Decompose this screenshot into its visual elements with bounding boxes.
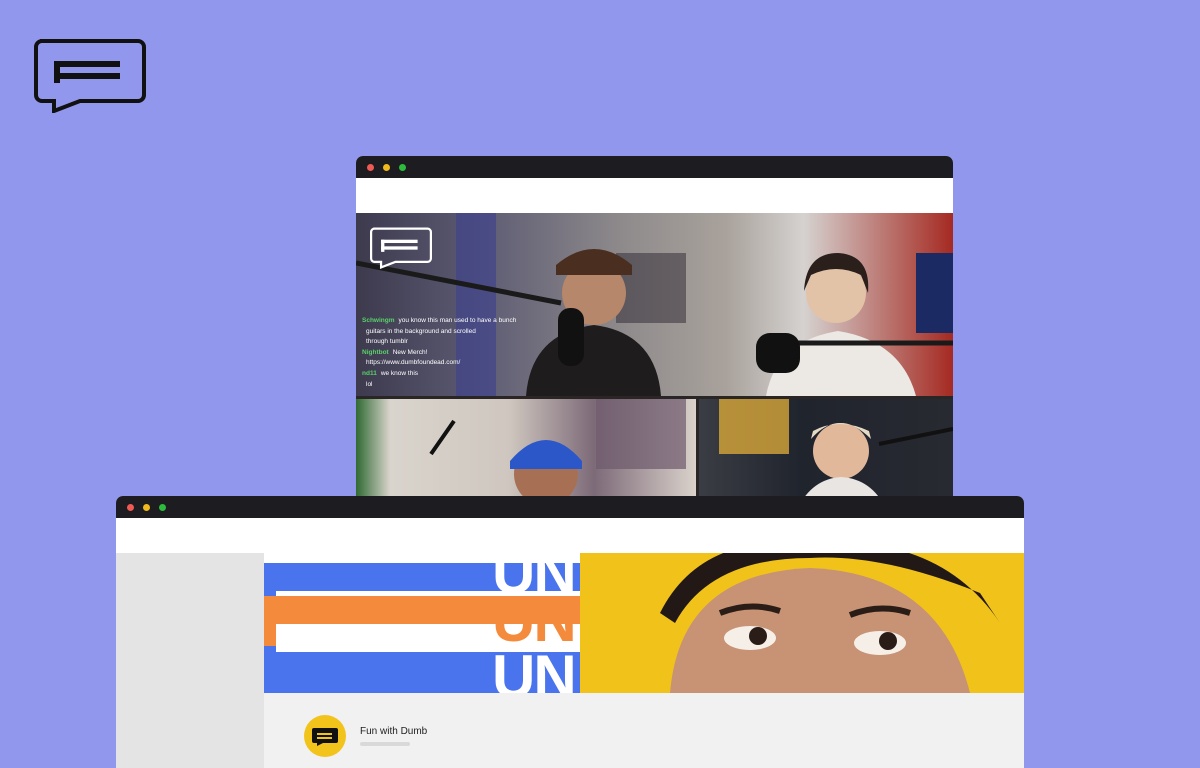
channel-subtitle-placeholder bbox=[360, 742, 410, 746]
speech-bubble-logo-icon bbox=[34, 39, 146, 113]
channel-avatar[interactable] bbox=[304, 715, 346, 757]
banner-portrait bbox=[580, 553, 1024, 693]
chat-message: lol bbox=[366, 380, 373, 388]
chat-message: Schwingm you know this man used to have a… bbox=[362, 317, 517, 324]
banner-word: UN bbox=[492, 587, 577, 654]
camera-feed-main: Schwingm you know this man used to have a… bbox=[356, 213, 953, 396]
window-titlebar bbox=[356, 156, 953, 178]
overlay-logo-icon bbox=[370, 227, 432, 269]
minimize-window-button[interactable] bbox=[383, 164, 390, 171]
sidebar bbox=[116, 553, 264, 768]
channel-page: UN UN UN Fun with Dumb bbox=[264, 553, 1024, 768]
channel-browser-window: UN UN UN Fun with Dumb bbox=[116, 496, 1024, 768]
banner-word: UN bbox=[492, 643, 577, 694]
chat-message: Nightbot New Merch! bbox=[362, 348, 428, 356]
video-stream[interactable]: Schwingm you know this man used to have a… bbox=[356, 213, 953, 516]
minimize-window-button[interactable] bbox=[143, 504, 150, 511]
maximize-window-button[interactable] bbox=[159, 504, 166, 511]
chat-message: nd11 we know this bbox=[362, 369, 419, 377]
chat-overlay: Schwingm you know this man used to have a… bbox=[362, 316, 532, 390]
close-window-button[interactable] bbox=[127, 504, 134, 511]
channel-banner: UN UN UN bbox=[264, 553, 1024, 693]
channel-name[interactable]: Fun with Dumb bbox=[360, 726, 427, 737]
chat-message: https://www.dumbfoundead.com/ bbox=[366, 359, 461, 367]
banner-type-graphic: UN UN UN bbox=[264, 553, 580, 693]
close-window-button[interactable] bbox=[367, 164, 374, 171]
chat-message: through tumblr bbox=[366, 338, 408, 346]
window-titlebar bbox=[116, 496, 1024, 518]
chat-message: guitars in the background and scrolled bbox=[366, 327, 476, 335]
speech-bubble-logo-icon bbox=[312, 728, 338, 746]
maximize-window-button[interactable] bbox=[399, 164, 406, 171]
stream-browser-window: Schwingm you know this man used to have a… bbox=[356, 156, 953, 516]
